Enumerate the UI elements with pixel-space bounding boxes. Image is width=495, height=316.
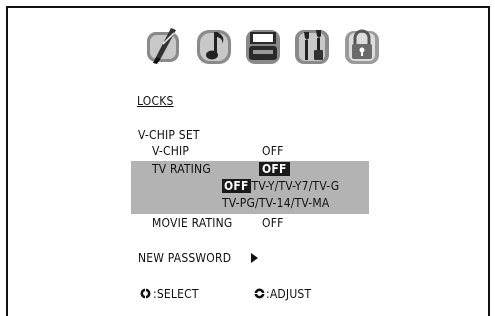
adjust-hint: :ADJUST <box>266 287 312 301</box>
select-button-icon <box>140 288 151 299</box>
vchip-set-heading: V-CHIP SET <box>138 128 200 142</box>
tv-rating-option-selected[interactable]: OFF <box>222 179 251 193</box>
menu-title: LOCKS <box>137 94 174 108</box>
select-hint: :SELECT <box>153 287 199 301</box>
tv-rating-option-line1[interactable]: TV-Y/TV-Y7/TV-G <box>251 179 340 193</box>
tv-rating-option-line2[interactable]: TV-PG/TV-14/TV-MA <box>222 196 330 210</box>
menu-icon-bar <box>143 24 386 68</box>
tv-rating-value[interactable]: OFF <box>259 162 290 176</box>
tv-rating-options-row1: OFF TV-Y/TV-Y7/TV-G <box>222 179 339 193</box>
arrow-right-icon <box>251 253 258 263</box>
lock-icon[interactable] <box>339 24 386 68</box>
adjust-button-icon <box>254 288 265 299</box>
setup-icon[interactable] <box>241 24 288 68</box>
new-password-item[interactable]: NEW PASSWORD <box>138 251 231 265</box>
tv-rating-label[interactable]: TV RATING <box>152 162 211 176</box>
vchip-value[interactable]: OFF <box>262 144 284 158</box>
movie-rating-label[interactable]: MOVIE RATING <box>152 216 233 230</box>
tools-icon[interactable] <box>290 24 337 68</box>
audio-note-icon[interactable] <box>192 24 239 68</box>
vchip-label[interactable]: V-CHIP <box>152 144 189 158</box>
movie-rating-value[interactable]: OFF <box>262 216 284 230</box>
picture-brush-icon[interactable] <box>143 24 190 68</box>
